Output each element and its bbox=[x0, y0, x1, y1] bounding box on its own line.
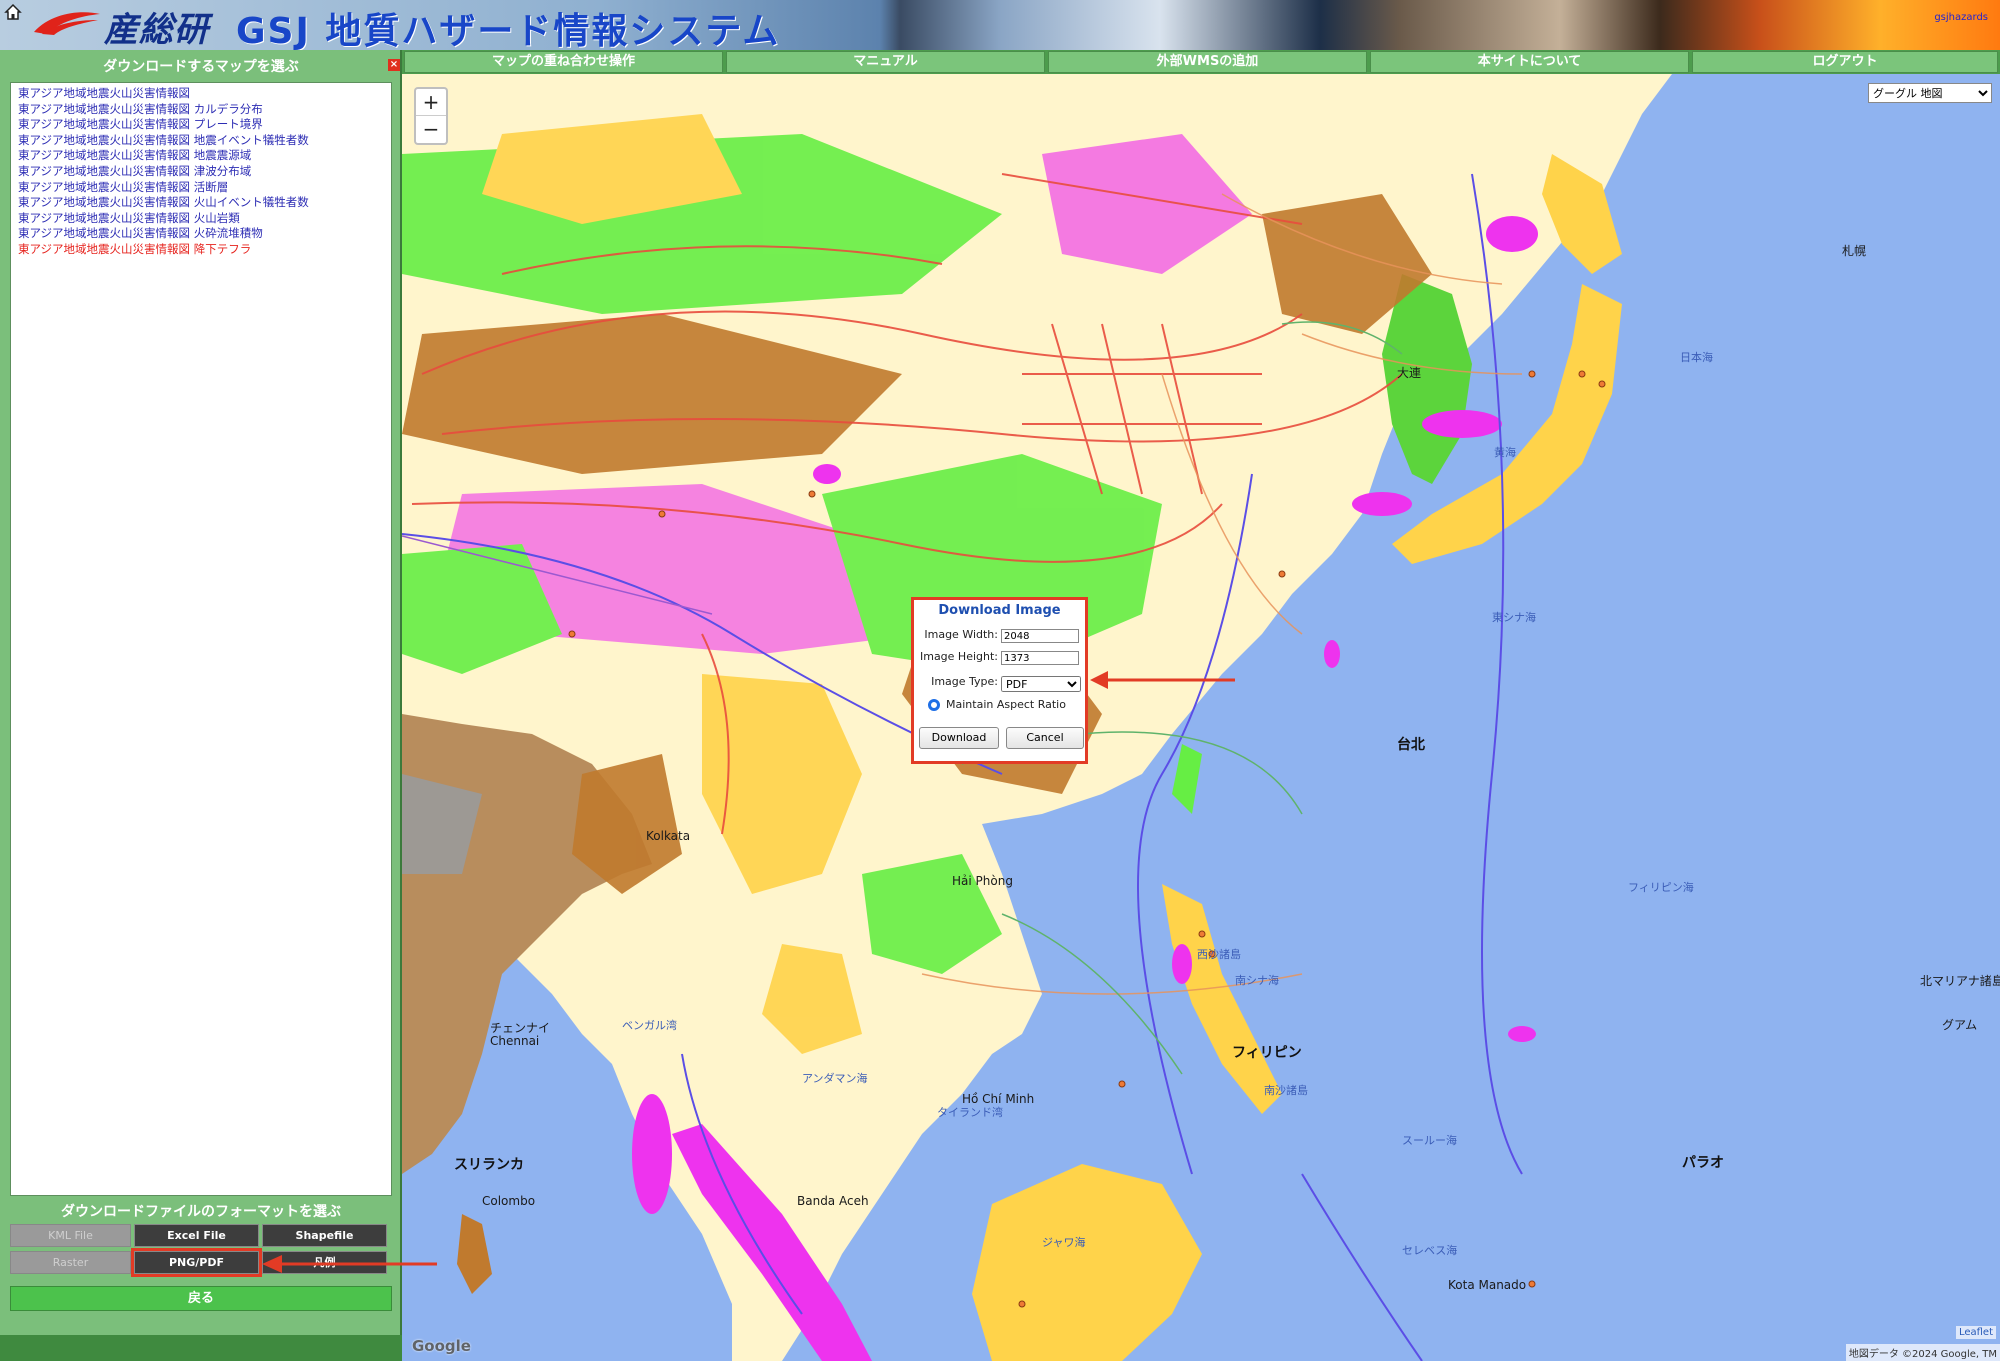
image-width-label: Image Width: bbox=[924, 628, 998, 641]
map-label-philippines: フィリピン bbox=[1232, 1045, 1302, 1061]
map-list-item[interactable]: 東アジア地域地震火山災害情報図 bbox=[18, 86, 384, 102]
google-logo: Google bbox=[412, 1337, 471, 1355]
nav-logout[interactable]: ログアウト bbox=[1692, 51, 1998, 73]
map-label-kolkata: Kolkata bbox=[646, 829, 691, 843]
map-list-item[interactable]: 東アジア地域地震火山災害情報図 プレート境界 bbox=[18, 117, 384, 133]
back-button[interactable]: 戻る bbox=[10, 1286, 392, 1311]
map-label-sulu-sea: スールー海 bbox=[1402, 1134, 1457, 1147]
map-label-philippine-sea: フィリピン海 bbox=[1628, 881, 1694, 894]
map-attribution: 地図データ ©2024 Google, TM bbox=[1845, 1344, 2000, 1361]
image-type-label: Image Type: bbox=[931, 675, 998, 688]
map-list-item[interactable]: 東アジア地域地震火山災害情報図 地震イベント犠牲者数 bbox=[18, 133, 384, 149]
aist-logo-icon bbox=[34, 12, 100, 35]
map-label-japan-sea: 日本海 bbox=[1680, 351, 1713, 364]
basemap-select[interactable]: グーグル 地図 bbox=[1868, 83, 1992, 103]
download-image-dialog: Download Image Image Width: Image Height… bbox=[911, 597, 1088, 764]
annotation-arrow-pngpdf bbox=[262, 1255, 437, 1273]
map-label-gulf-of-thailand: タイランド湾 bbox=[937, 1106, 1003, 1119]
zoom-control: + − bbox=[414, 87, 448, 145]
map-label-chennai: Chennai bbox=[490, 1034, 540, 1048]
map-label-northern-mariana: 北マリアナ諸島 bbox=[1920, 974, 2000, 988]
nav-overlay-operations[interactable]: マップの重ね合わせ操作 bbox=[404, 51, 723, 73]
map-label-spratly: 南沙諸島 bbox=[1264, 1084, 1308, 1097]
cancel-button[interactable]: Cancel bbox=[1006, 727, 1084, 749]
dialog-title: Download Image bbox=[938, 603, 1061, 618]
aist-logo-text: 産総研 bbox=[104, 10, 209, 50]
zoom-out-button[interactable]: − bbox=[416, 116, 446, 143]
taiwan-landmass bbox=[1172, 744, 1202, 814]
map-list-item[interactable]: 東アジア地域地震火山災害情報図 活断層 bbox=[18, 180, 384, 196]
map-list-item[interactable]: 東アジア地域地震火山災害情報図 カルデラ分布 bbox=[18, 102, 384, 118]
map-label-hai-phong: Hải Phòng bbox=[952, 874, 1013, 888]
map-label-dalian: 大連 bbox=[1397, 366, 1422, 380]
map-label-taipei: 台北 bbox=[1397, 737, 1425, 753]
maintain-aspect-radio[interactable] bbox=[928, 699, 940, 711]
home-icon[interactable] bbox=[4, 3, 22, 21]
nav-manual[interactable]: マニュアル bbox=[726, 51, 1045, 73]
map-label-ho-chi-minh: Hồ Chí Minh bbox=[962, 1092, 1035, 1106]
map-list-item[interactable]: 東アジア地域地震火山災害情報図 火山岩類 bbox=[18, 211, 384, 227]
geology-map-layer[interactable] bbox=[402, 74, 2000, 1361]
image-type-select[interactable]: PDF bbox=[1001, 676, 1081, 692]
kml-file-button[interactable]: KML File bbox=[10, 1224, 131, 1247]
map-label-east-china-sea: 東シナ海 bbox=[1492, 611, 1536, 624]
annotation-arrow-dialog bbox=[1090, 671, 1235, 689]
panel-title: ダウンロードするマップを選ぶ bbox=[103, 59, 299, 75]
panel-footer bbox=[0, 1335, 402, 1361]
map-list-item[interactable]: 東アジア地域地震火山災害情報図 火山イベント犠牲者数 bbox=[18, 195, 384, 211]
borneo-landmass bbox=[972, 1164, 1202, 1361]
nav-bar: マップの重ね合わせ操作 マニュアル 外部WMSの追加 本サイトについて ログアウ… bbox=[402, 50, 2000, 74]
sri-lanka-landmass bbox=[457, 1214, 492, 1294]
map-label-bay-of-bengal: ベンガル湾 bbox=[622, 1019, 677, 1032]
site-title: GSJ 地質ハザード情報システム bbox=[236, 11, 781, 52]
excel-file-button[interactable]: Excel File bbox=[134, 1224, 259, 1247]
map-list-item[interactable]: 東アジア地域地震火山災害情報図 降下テフラ bbox=[18, 242, 384, 258]
image-height-input[interactable] bbox=[1001, 651, 1079, 665]
philippines-landmass bbox=[1162, 884, 1282, 1114]
leaflet-link[interactable]: Leaflet bbox=[1955, 1326, 1996, 1339]
map-label-kota-manado: Kota Manado bbox=[1448, 1278, 1527, 1292]
map-label-java-sea: ジャワ海 bbox=[1042, 1236, 1086, 1249]
map-list-item[interactable]: 東アジア地域地震火山災害情報図 津波分布域 bbox=[18, 164, 384, 180]
zoom-in-button[interactable]: + bbox=[416, 89, 446, 116]
download-button[interactable]: Download bbox=[919, 727, 999, 749]
raster-button[interactable]: Raster bbox=[10, 1251, 131, 1274]
map-label-colombo: Colombo bbox=[482, 1194, 536, 1208]
map-label-banda-aceh: Banda Aceh bbox=[797, 1194, 869, 1208]
map-list-item[interactable]: 東アジア地域地震火山災害情報図 地震震源域 bbox=[18, 148, 384, 164]
map-label-sri-lanka: スリランカ bbox=[454, 1157, 524, 1173]
map-label-palau: パラオ bbox=[1682, 1155, 1724, 1171]
png-pdf-button[interactable]: PNG/PDF bbox=[131, 1248, 262, 1277]
image-height-label: Image Height: bbox=[919, 650, 998, 663]
map-list-item[interactable]: 東アジア地域地震火山災害情報図 火砕流堆積物 bbox=[18, 226, 384, 242]
shapefile-button[interactable]: Shapefile bbox=[262, 1224, 387, 1247]
map-label-paracel: 西沙諸島 bbox=[1197, 948, 1241, 961]
map-label-celebes-sea: セレベス海 bbox=[1402, 1244, 1458, 1257]
header-banner: 産総研 GSJ 地質ハザード情報システム gsjhazards bbox=[0, 0, 2000, 52]
map-canvas[interactable]: 日本海 黄海 東シナ海 フィリピン海 南シナ海 ベンガル湾 アンダマン海 タイラ… bbox=[402, 74, 2000, 1361]
format-title: ダウンロードファイルのフォーマットを選ぶ bbox=[61, 1204, 341, 1220]
map-label-south-china-sea: 南シナ海 bbox=[1235, 974, 1279, 987]
map-list: 東アジア地域地震火山災害情報図 東アジア地域地震火山災害情報図 カルデラ分布 東アジ… bbox=[10, 82, 392, 1196]
maintain-aspect-label: Maintain Aspect Ratio bbox=[946, 698, 1066, 711]
map-label-yellow-sea: 黄海 bbox=[1494, 446, 1516, 459]
map-label-sapporo: 札幌 bbox=[1842, 244, 1867, 258]
close-icon[interactable]: × bbox=[388, 59, 400, 71]
download-panel: ダウンロードするマップを選ぶ × 東アジア地域地震火山災害情報図 東アジア地域地震… bbox=[0, 50, 402, 1361]
map-label-guam: グアム bbox=[1942, 1018, 1978, 1032]
nav-add-wms[interactable]: 外部WMSの追加 bbox=[1048, 51, 1367, 73]
image-width-input[interactable] bbox=[1001, 629, 1079, 643]
nav-about[interactable]: 本サイトについて bbox=[1370, 51, 1689, 73]
header-user-link[interactable]: gsjhazards bbox=[1934, 12, 1988, 23]
map-label-andaman-sea: アンダマン海 bbox=[802, 1072, 868, 1085]
